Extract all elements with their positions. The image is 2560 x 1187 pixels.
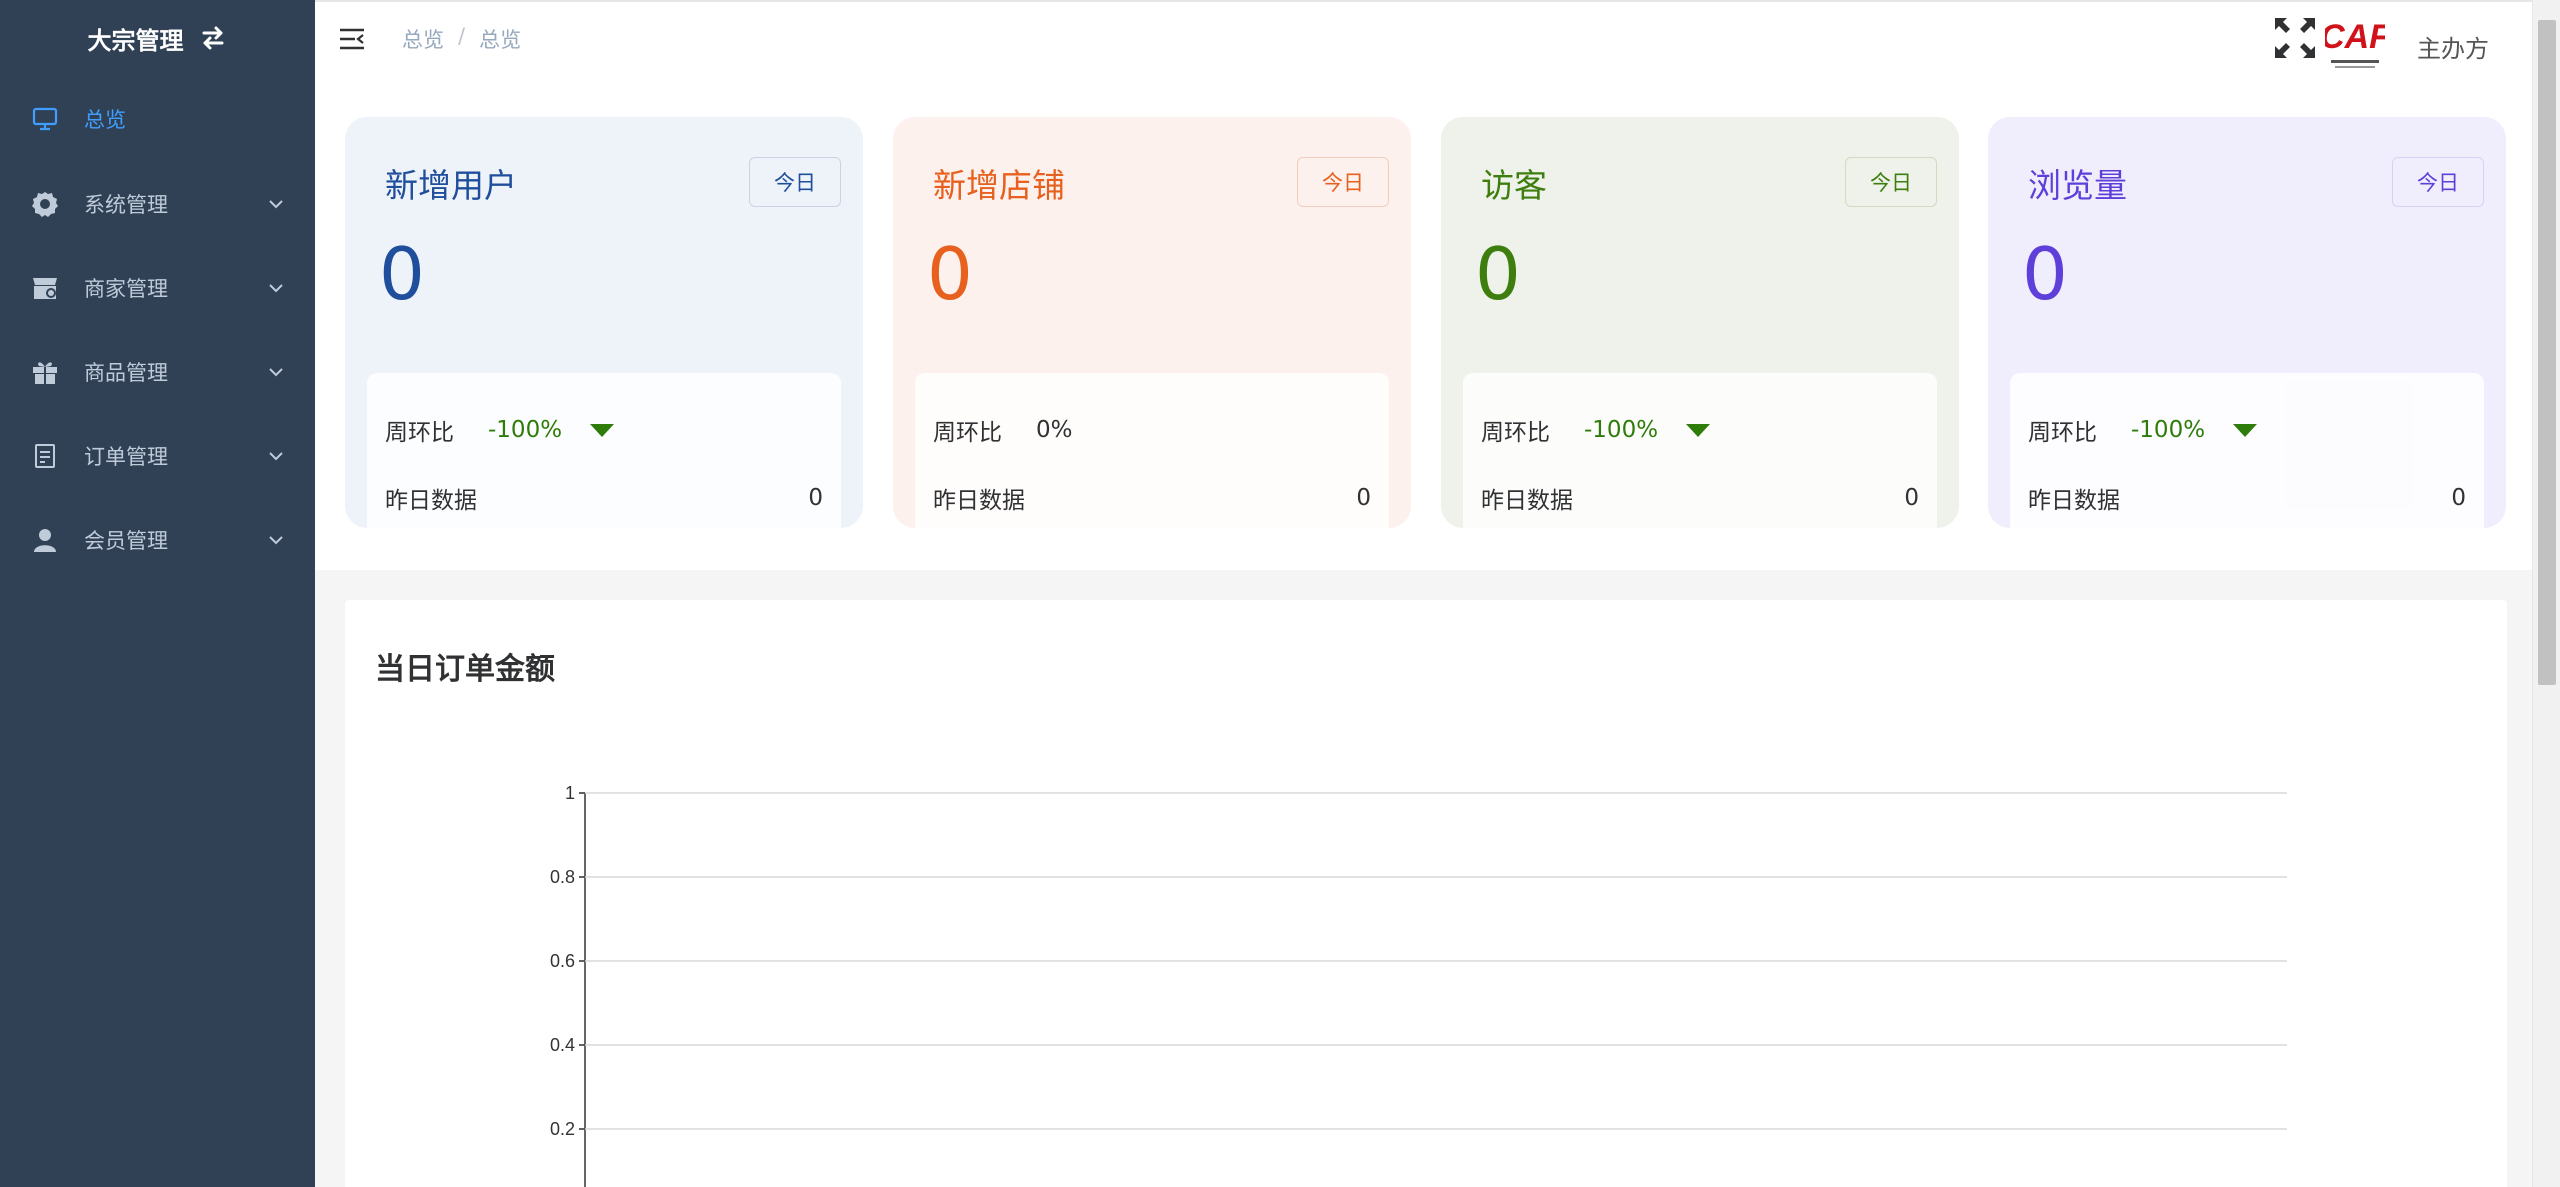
sidebar-item-label: 总览 [84,108,126,132]
card-details: 周环比 -100% 昨日数据 0 [2010,373,2484,545]
fullscreen-icon[interactable] [2273,16,2317,60]
card-value: 0 [1475,232,1521,316]
sidebar-item-label: 系统管理 [84,193,168,217]
card-value: 0 [379,232,425,316]
breadcrumb-item: 总览 [479,28,522,52]
svg-text:CAF: CAF [2325,18,2385,56]
today-button[interactable]: 今日 [2392,157,2484,207]
card-value: 0 [2022,232,2068,316]
yesterday-label: 昨日数据 [385,488,477,514]
card-title: 浏览量 [2028,166,2127,205]
gift-icon [30,357,60,387]
monitor-icon [30,104,60,134]
stat-card-page-views: 浏览量 今日 0 周环比 -100% 昨日数据 0 [1988,117,2506,545]
stat-card-visitors: 访客 今日 0 周环比 -100% 昨日数据 0 [1441,117,1959,545]
menu-fold-icon[interactable] [339,28,365,50]
yesterday-value: 0 [1356,485,1371,511]
yesterday-value: 0 [2451,485,2466,511]
chevron-down-icon [269,368,283,377]
sidebar-item-overview[interactable]: 总览 [0,76,315,162]
user-icon [30,525,60,555]
yesterday-value: 0 [808,485,823,511]
sidebar-item-label: 商品管理 [84,361,168,385]
gear-icon [30,189,60,219]
breadcrumb: 总览 / 总览 [402,24,521,54]
order-amount-chart: 1 0.8 0.6 0.4 0.2 [550,783,2287,1187]
stats-section: 新增用户 今日 0 周环比 -100% 昨日数据 0 新增店铺 今日 0 周环比… [315,76,2532,570]
yesterday-value: 0 [1904,485,1919,511]
store-icon [30,273,60,303]
yesterday-label: 昨日数据 [1481,488,1573,514]
chevron-down-icon [269,452,283,461]
caret-down-icon [2233,423,2258,437]
sidebar-item-label: 订单管理 [84,445,168,469]
document-icon [30,441,60,471]
sidebar-item-goods[interactable]: 商品管理 [0,330,315,414]
yesterday-label: 昨日数据 [2028,488,2120,514]
chevron-down-icon [269,200,283,209]
card-title: 新增用户 [385,166,517,205]
wow-label: 周环比 [2028,420,2097,446]
sidebar-item-label: 商家管理 [84,277,168,301]
card-title: 访客 [1481,166,1547,205]
daily-order-amount-panel: 当日订单金额 1 0.8 0.6 0.4 0.2 [345,600,2507,1187]
sidebar-item-members[interactable]: 会员管理 [0,498,315,582]
y-tick-label: 0.6 [550,951,575,971]
today-button[interactable]: 今日 [1297,157,1389,207]
y-tick-label: 0.8 [550,867,575,887]
y-tick-label: 0.4 [550,1035,575,1055]
stat-card-new-users: 新增用户 今日 0 周环比 -100% 昨日数据 0 [345,117,863,545]
sidebar-header: 大宗管理 [0,0,315,76]
page-scrollbar[interactable] [2532,0,2560,1187]
top-header: 总览 / 总览 CAF 主办方 [315,0,2532,76]
card-details: 周环比 0% 昨日数据 0 [915,373,1389,545]
card-title: 新增店铺 [933,166,1065,205]
card-value: 0 [927,232,973,316]
swap-icon[interactable] [198,23,228,53]
scrollbar-thumb[interactable] [2538,20,2556,685]
sidebar-menu: 总览 系统管理 商家管理 商品管理 订单管理 会员管理 [0,76,315,582]
wow-label: 周环比 [933,420,1002,446]
card-details: 周环比 -100% 昨日数据 0 [1463,373,1937,545]
caf-logo: CAF [2325,18,2385,68]
caret-down-icon [1686,423,1711,437]
sidebar-item-system[interactable]: 系统管理 [0,162,315,246]
sidebar-item-label: 会员管理 [84,529,168,553]
stat-card-new-stores: 新增店铺 今日 0 周环比 0% 昨日数据 0 [893,117,1411,545]
today-button[interactable]: 今日 [749,157,841,207]
chevron-down-icon [269,284,283,293]
wow-value: -100% [1584,417,1659,443]
y-tick-label: 1 [565,783,575,803]
breadcrumb-item[interactable]: 总览 [402,24,444,54]
caret-down-icon [590,423,615,437]
sidebar-item-orders[interactable]: 订单管理 [0,414,315,498]
wow-label: 周环比 [1481,420,1550,446]
chevron-down-icon [269,536,283,545]
breadcrumb-separator: / [458,24,466,48]
sidebar: 大宗管理 总览 系统管理 商家管理 商品管理 订单管理 会员管理 [0,0,315,1187]
wow-value: -100% [488,417,563,443]
wow-label: 周环比 [385,420,454,446]
yesterday-label: 昨日数据 [933,488,1025,514]
y-tick-label: 0.2 [550,1119,575,1139]
app-title: 大宗管理 [87,26,184,55]
card-details: 周环比 -100% 昨日数据 0 [367,373,841,545]
wow-value: -100% [2131,417,2206,443]
today-button[interactable]: 今日 [1845,157,1937,207]
sidebar-item-merchant[interactable]: 商家管理 [0,246,315,330]
wow-value: 0% [1036,417,1073,443]
organizer-label[interactable]: 主办方 [2417,29,2489,64]
